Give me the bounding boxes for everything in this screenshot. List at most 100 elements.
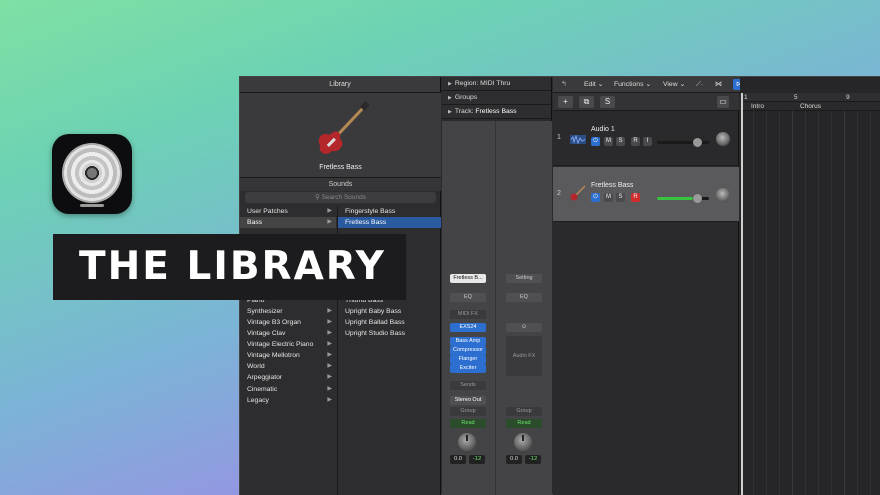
category-vintage-mellotron[interactable]: Vintage Mellotron ▶ <box>240 350 336 361</box>
patch-name: Fretless Bass <box>319 164 362 171</box>
category-user-patches[interactable]: User Patches ▶ <box>240 206 336 217</box>
region-header[interactable]: ▶ Region: MIDI Thru <box>442 77 551 91</box>
fx-slot[interactable]: Flanger <box>450 355 486 364</box>
fx-slot[interactable]: Compressor <box>450 346 486 355</box>
chevron-right-icon: ▶ <box>327 307 332 314</box>
fx-slot[interactable]: Bass Amp <box>450 337 486 346</box>
logic-pro-app-icon <box>52 134 132 214</box>
bar-number: 1 <box>744 94 748 101</box>
peak-value: -12 <box>525 455 541 464</box>
channel-strip-1: Fretless B... EQ MIDI FX EXS24 Bass Amp … <box>442 121 496 495</box>
snap-icon[interactable]: ⋈ <box>715 79 722 90</box>
patch-item[interactable]: Upright Baby Bass <box>338 306 441 317</box>
pan-knob[interactable] <box>514 433 532 451</box>
category-vintage-b3-organ[interactable]: Vintage B3 Organ ▶ <box>240 317 336 328</box>
patch-item[interactable]: Upright Ballad Bass <box>338 317 441 328</box>
patch-item-selected[interactable]: Fretless Bass <box>338 217 441 229</box>
category-vintage-electric-piano[interactable]: Vintage Electric Piano ▶ <box>240 339 336 350</box>
output-slot[interactable]: Stereo Out <box>450 396 486 405</box>
category-world[interactable]: World ▶ <box>240 361 336 372</box>
title-banner: THE LIBRARY <box>53 234 406 300</box>
category-arpeggiator[interactable]: Arpeggiator ▶ <box>240 372 336 383</box>
eq-button[interactable]: EQ <box>506 293 542 302</box>
track-row-selected[interactable]: 2 Fretless Bass ⏻ M S R <box>553 167 739 222</box>
audio-fx-slot[interactable]: Audio FX <box>506 336 542 376</box>
track-area-icon[interactable]: ▭ <box>717 96 729 108</box>
mute-button[interactable]: M <box>604 193 613 202</box>
catch-playhead-icon[interactable]: ⟋· <box>696 79 703 90</box>
group-slot[interactable]: Group <box>450 407 486 416</box>
fx-slot[interactable]: Exciter <box>450 364 486 373</box>
group-slot[interactable]: Group <box>506 407 542 416</box>
input-monitor-button[interactable]: I <box>643 137 652 146</box>
category-legacy[interactable]: Legacy ▶ <box>240 395 336 406</box>
functions-menu[interactable]: Functions ⌄ <box>614 79 651 90</box>
marker-chorus[interactable]: Chorus <box>800 102 821 111</box>
edit-menu[interactable]: Edit ⌄ <box>584 79 603 90</box>
global-solo-button[interactable]: S <box>600 96 615 108</box>
volume-fader[interactable] <box>657 138 709 147</box>
chevron-right-icon: ▶ <box>327 374 332 381</box>
view-menu[interactable]: View ⌄ <box>663 79 685 90</box>
pan-knob[interactable] <box>716 132 730 146</box>
marker-intro[interactable]: Intro <box>751 102 764 111</box>
patch-item[interactable]: Upright Studio Bass <box>338 328 441 339</box>
track-header[interactable]: ▶ Track: Fretless Bass <box>442 105 551 119</box>
patch-preview: Fretless Bass <box>240 93 441 177</box>
eq-button[interactable]: EQ <box>450 293 486 302</box>
volume-fader[interactable] <box>657 194 709 203</box>
disclosure-triangle-icon: ▶ <box>448 81 452 87</box>
tracks-area: ↰ Edit ⌄ Functions ⌄ View ⌄ ⟋· ⋈ ⊳⊂ + ⧉ … <box>553 77 880 495</box>
sounds-header: Sounds <box>240 177 441 191</box>
track-row[interactable]: 1 Audio 1 ⏻ M S R I <box>553 111 739 166</box>
record-button[interactable]: R <box>631 193 640 202</box>
chevron-right-icon: ▶ <box>327 363 332 370</box>
search-icon: ⚲ <box>314 194 322 201</box>
sends-slot[interactable]: Sends <box>450 381 486 390</box>
disclosure-triangle-icon: ▶ <box>448 109 452 115</box>
bar-number: 9 <box>846 94 850 101</box>
record-button[interactable]: R <box>631 137 640 146</box>
chevron-right-icon: ▶ <box>327 330 332 337</box>
inspector-panel: ▶ Region: MIDI Thru ▶ Groups ▶ Track: Fretl… <box>442 77 552 495</box>
chevron-right-icon: ▶ <box>327 219 332 226</box>
patch-item[interactable]: Fingerstyle Bass <box>338 206 441 217</box>
link-icon[interactable]: ⊙ <box>506 323 542 332</box>
arrangement-track[interactable]: Intro Chorus <box>740 102 880 111</box>
add-track-button[interactable]: + <box>558 96 573 108</box>
duplicate-track-icon[interactable]: ⧉ <box>579 96 594 108</box>
power-icon[interactable]: ⏻ <box>591 137 600 146</box>
pan-knob[interactable] <box>458 433 476 451</box>
pan-knob[interactable] <box>716 188 730 202</box>
mute-button[interactable]: M <box>604 137 613 146</box>
setting-button[interactable]: Setting <box>506 274 542 283</box>
volume-value: 0.0 <box>450 455 466 464</box>
category-synthesizer[interactable]: Synthesizer ▶ <box>240 306 336 317</box>
track-number: 2 <box>557 190 561 197</box>
search-sounds-input[interactable]: ⚲ Search Sounds <box>245 192 436 203</box>
midi-fx-slot[interactable]: MIDI FX <box>450 310 486 319</box>
channel-strip-2: Setting EQ ⊙ Audio FX Group Read 0.0 -12 <box>498 121 552 495</box>
category-bass[interactable]: Bass ▶ <box>240 217 336 229</box>
timeline-area: 1 5 9 Intro Chorus <box>740 77 880 495</box>
bar-number: 5 <box>794 94 798 101</box>
chevron-right-icon: ▶ <box>327 208 332 214</box>
instrument-slot[interactable]: EXS24 <box>450 323 486 332</box>
category-vintage-clav[interactable]: Vintage Clav ▶ <box>240 328 336 339</box>
category-cinematic[interactable]: Cinematic ▶ <box>240 384 336 395</box>
library-header: Library <box>240 77 440 93</box>
bass-guitar-icon <box>570 185 586 201</box>
volume-value: 0.0 <box>506 455 522 464</box>
automation-read-button[interactable]: Read <box>506 419 542 428</box>
chevron-right-icon: ▶ <box>327 396 332 403</box>
solo-button[interactable]: S <box>616 193 625 202</box>
power-icon[interactable]: ⏻ <box>591 193 600 202</box>
bar-ruler[interactable]: 1 5 9 <box>740 93 880 102</box>
playhead[interactable] <box>741 93 743 495</box>
back-arrow-icon[interactable]: ↰ <box>561 79 567 90</box>
automation-read-button[interactable]: Read <box>450 419 486 428</box>
groups-header[interactable]: ▶ Groups <box>442 91 551 105</box>
banner-title: THE LIBRARY <box>79 244 386 289</box>
setting-button[interactable]: Fretless B... <box>450 274 486 283</box>
solo-button[interactable]: S <box>616 137 625 146</box>
